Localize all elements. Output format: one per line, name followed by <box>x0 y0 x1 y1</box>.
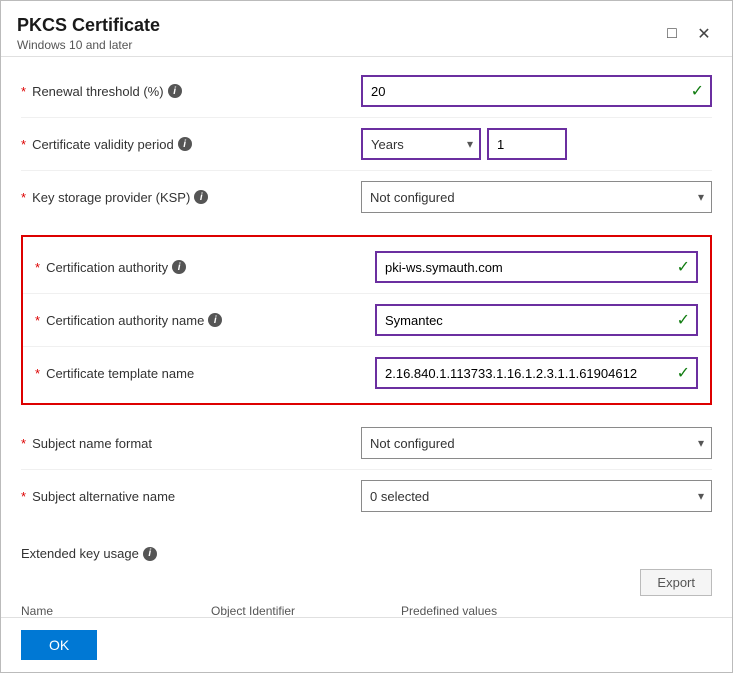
validity-period-label-col: * Certificate validity period i <box>21 137 361 152</box>
title-bar: PKCS Certificate Windows 10 and later □ … <box>1 1 732 57</box>
key-storage-info-icon[interactable]: i <box>194 190 208 204</box>
cert-authority-name-label: Certification authority name <box>46 313 204 328</box>
eku-name-header: Name <box>21 604 211 617</box>
required-star-2: * <box>21 137 26 152</box>
minimize-button[interactable]: □ <box>660 22 684 46</box>
cert-template-label: Certificate template name <box>46 366 194 381</box>
required-fields-section: * Certification authority i ✓ * Certific… <box>21 235 712 405</box>
cert-authority-control: ✓ <box>375 251 698 283</box>
subject-name-label-col: * Subject name format <box>21 436 361 451</box>
renewal-threshold-input[interactable] <box>361 75 712 107</box>
eku-pre-header: Predefined values <box>401 604 712 617</box>
cert-authority-name-info-icon[interactable]: i <box>208 313 222 327</box>
required-star-5: * <box>35 313 40 328</box>
pkcs-certificate-dialog: PKCS Certificate Windows 10 and later □ … <box>0 0 733 673</box>
required-star-6: * <box>35 366 40 381</box>
cert-template-check: ✓ <box>677 363 690 383</box>
top-form-section: * Renewal threshold (%) i ✓ * Certificat… <box>1 57 732 231</box>
export-row: Export <box>21 565 712 600</box>
required-star: * <box>21 84 26 99</box>
subject-name-select-wrap: Not configured ▾ <box>361 427 712 459</box>
cert-authority-input-wrap: ✓ <box>375 251 698 283</box>
subject-name-label: Subject name format <box>32 436 152 451</box>
cert-authority-name-row: * Certification authority name i ✓ <box>23 294 710 347</box>
cert-authority-row: * Certification authority i ✓ <box>23 241 710 294</box>
subject-alt-row: * Subject alternative name 0 selected ▾ <box>21 470 712 522</box>
cert-authority-input[interactable] <box>375 251 698 283</box>
cert-authority-name-input-wrap: ✓ <box>375 304 698 336</box>
subject-alt-select-wrap: 0 selected ▾ <box>361 480 712 512</box>
validity-period-info-icon[interactable]: i <box>178 137 192 151</box>
ok-button[interactable]: OK <box>21 630 97 660</box>
cert-authority-label: Certification authority <box>46 260 168 275</box>
subject-alt-label: Subject alternative name <box>32 489 175 504</box>
key-storage-control: Not configured ▾ <box>361 181 712 213</box>
key-storage-select-wrap: Not configured ▾ <box>361 181 712 213</box>
cert-authority-label-col: * Certification authority i <box>35 260 375 275</box>
subject-alt-control: 0 selected ▾ <box>361 480 712 512</box>
validity-period-control: Days Months Years ▾ <box>361 128 712 160</box>
renewal-threshold-row: * Renewal threshold (%) i ✓ <box>21 65 712 118</box>
eku-oid-header: Object Identifier <box>211 604 401 617</box>
export-button[interactable]: Export <box>640 569 712 596</box>
window-controls: □ ✕ <box>660 22 716 46</box>
extended-key-section: Extended key usage i Export Name Object … <box>1 530 732 617</box>
validity-period-row: * Certificate validity period i Days Mon… <box>21 118 712 171</box>
key-storage-label-col: * Key storage provider (KSP) i <box>21 190 361 205</box>
cert-authority-name-input[interactable] <box>375 304 698 336</box>
cert-authority-name-label-col: * Certification authority name i <box>35 313 375 328</box>
renewal-threshold-check: ✓ <box>691 81 704 101</box>
subject-name-select[interactable]: Not configured <box>361 427 712 459</box>
subject-name-row: * Subject name format Not configured ▾ <box>21 417 712 470</box>
close-button[interactable]: ✕ <box>692 22 716 46</box>
bottom-form-section: * Subject name format Not configured ▾ * <box>1 409 732 530</box>
required-star-4: * <box>35 260 40 275</box>
renewal-threshold-info-icon[interactable]: i <box>168 84 182 98</box>
validity-unit-select[interactable]: Days Months Years <box>361 128 481 160</box>
required-star-8: * <box>21 489 26 504</box>
renewal-threshold-label: Renewal threshold (%) <box>32 84 164 99</box>
required-star-7: * <box>21 436 26 451</box>
dialog-title: PKCS Certificate <box>17 15 160 36</box>
cert-template-label-col: * Certificate template name <box>35 366 375 381</box>
subject-name-control: Not configured ▾ <box>361 427 712 459</box>
eku-header-row: Name Object Identifier Predefined values <box>21 600 712 617</box>
cert-template-control: ✓ <box>375 357 698 389</box>
required-star-3: * <box>21 190 26 205</box>
validity-number-input[interactable] <box>487 128 567 160</box>
renewal-threshold-control: ✓ <box>361 75 712 107</box>
form-content: * Renewal threshold (%) i ✓ * Certificat… <box>1 57 732 617</box>
subject-alt-label-col: * Subject alternative name <box>21 489 361 504</box>
subject-alt-select[interactable]: 0 selected <box>361 480 712 512</box>
key-storage-select[interactable]: Not configured <box>361 181 712 213</box>
title-text: PKCS Certificate Windows 10 and later <box>17 15 160 52</box>
renewal-threshold-label-col: * Renewal threshold (%) i <box>21 84 361 99</box>
dialog-subtitle: Windows 10 and later <box>17 38 160 52</box>
cert-authority-name-check: ✓ <box>677 310 690 330</box>
cert-template-input[interactable] <box>375 357 698 389</box>
cert-authority-info-icon[interactable]: i <box>172 260 186 274</box>
key-storage-row: * Key storage provider (KSP) i Not confi… <box>21 171 712 223</box>
validity-period-label: Certificate validity period <box>32 137 174 152</box>
cert-template-row: * Certificate template name ✓ <box>23 347 710 399</box>
extended-key-info-icon[interactable]: i <box>143 547 157 561</box>
extended-key-label: Extended key usage <box>21 546 139 561</box>
key-storage-label: Key storage provider (KSP) <box>32 190 190 205</box>
cert-authority-check: ✓ <box>677 257 690 277</box>
cert-template-input-wrap: ✓ <box>375 357 698 389</box>
dialog-footer: OK <box>1 617 732 672</box>
renewal-threshold-input-wrap: ✓ <box>361 75 712 107</box>
cert-authority-name-control: ✓ <box>375 304 698 336</box>
validity-unit-select-wrap: Days Months Years ▾ <box>361 128 481 160</box>
extended-key-label-row: Extended key usage i <box>21 538 712 565</box>
